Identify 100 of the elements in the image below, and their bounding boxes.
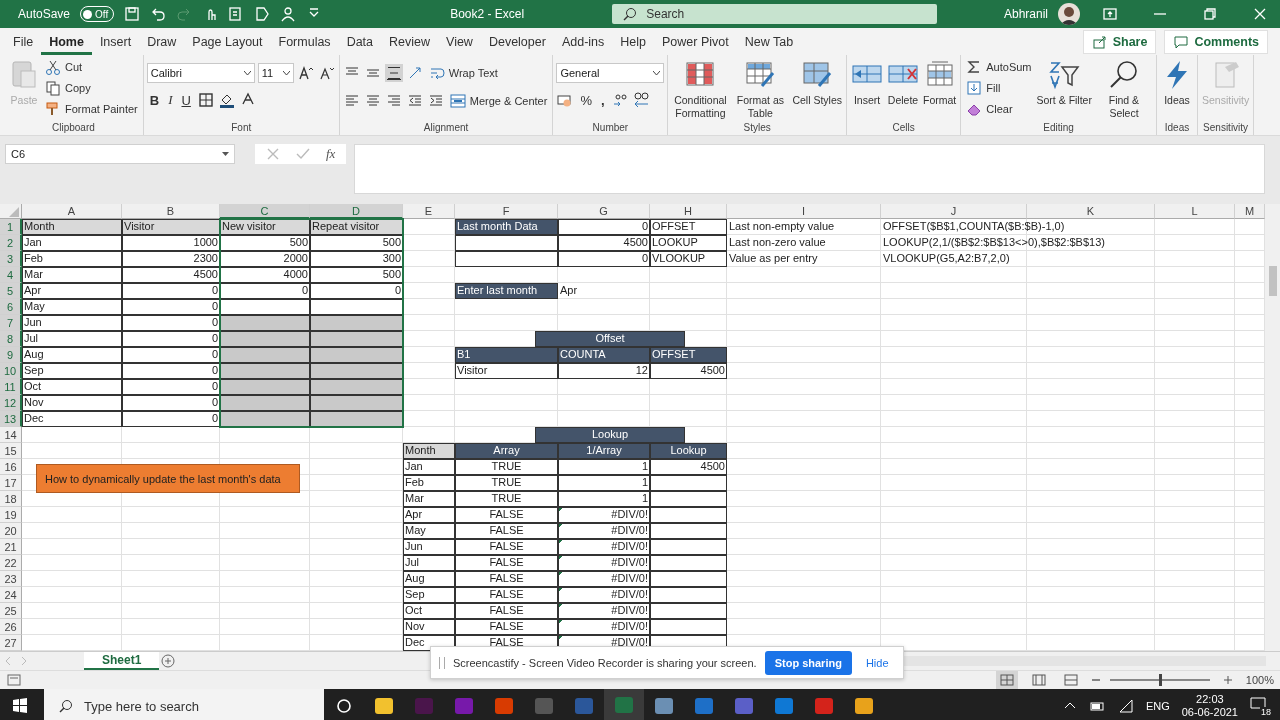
ribbon-button[interactable]: Format Painter (43, 99, 140, 119)
ribbon-tab[interactable]: Add-ins (553, 28, 613, 55)
language-indicator[interactable]: ENG (1145, 700, 1170, 712)
row-header[interactable]: 4 (0, 267, 22, 283)
column-header[interactable]: E (403, 204, 455, 219)
underline-button[interactable]: U (178, 92, 194, 108)
row-header[interactable]: 11 (0, 379, 22, 395)
ribbon-button[interactable]: Sort & Filter (1035, 57, 1093, 109)
row-header[interactable]: 15 (0, 443, 22, 459)
insert-function-button[interactable]: fx (325, 145, 337, 163)
share-button[interactable]: Share (1082, 29, 1157, 54)
row-header[interactable]: 20 (0, 523, 22, 539)
italic-button[interactable]: I (165, 92, 176, 108)
row-header[interactable]: 27 (0, 635, 22, 651)
ribbon-tab[interactable]: View (438, 28, 481, 55)
ribbon-button[interactable]: Format (922, 57, 958, 109)
percent-style-button[interactable]: % (577, 92, 595, 108)
view-button[interactable] (995, 671, 1018, 689)
ribbon-button[interactable]: Delete (886, 57, 920, 109)
column-header[interactable]: I (727, 204, 881, 219)
stop-sharing-button[interactable]: Stop sharing (764, 650, 852, 675)
ribbon-button[interactable]: Cut (43, 57, 140, 77)
column-header[interactable]: H (650, 204, 727, 219)
ribbon-tab[interactable]: Formulas (270, 28, 339, 55)
sheet-tab[interactable]: Sheet1 (84, 652, 160, 670)
toolbar-button[interactable] (631, 91, 650, 109)
row-header[interactable]: 10 (0, 363, 22, 379)
column-header[interactable]: A (22, 204, 122, 219)
row-header[interactable]: 1 (0, 219, 22, 235)
row-header[interactable]: 16 (0, 459, 22, 475)
search-field[interactable]: Search (612, 4, 938, 24)
row-header[interactable]: 19 (0, 507, 22, 523)
taskbar-search-field[interactable]: Type here to search (44, 689, 324, 720)
row-header[interactable]: 21 (0, 539, 22, 555)
ribbon-button[interactable]: Ideas (1159, 57, 1194, 109)
row-header[interactable]: 26 (0, 619, 22, 635)
toolbar-button[interactable] (296, 64, 315, 82)
ribbon-tab[interactable]: File (5, 28, 42, 55)
ribbon-button[interactable]: Fill (964, 78, 1034, 98)
ribbon-tab[interactable]: Insert (91, 28, 140, 55)
row-header[interactable]: 9 (0, 347, 22, 363)
row-header[interactable]: 13 (0, 411, 22, 427)
ribbon-button[interactable]: Find & Select (1094, 57, 1153, 122)
name-box[interactable]: C6 (5, 144, 235, 164)
ribbon-tab[interactable]: Data (338, 28, 382, 55)
column-header[interactable]: F (455, 204, 558, 219)
column-header[interactable]: M (1235, 204, 1265, 219)
column-header[interactable]: G (558, 204, 650, 219)
bold-button[interactable]: B (146, 92, 163, 108)
comments-button[interactable]: Comments (1164, 29, 1268, 54)
ribbon-tab[interactable]: Review (381, 28, 439, 55)
ribbon-button[interactable]: Merge & Center (447, 91, 550, 111)
new-sheet-button[interactable] (159, 652, 178, 670)
toolbar-button[interactable] (384, 64, 403, 82)
zoom-thumb[interactable] (1158, 674, 1162, 686)
ribbon-tab[interactable]: Developer (480, 28, 554, 55)
column-header[interactable]: B (122, 204, 220, 219)
row-header[interactable]: 14 (0, 427, 22, 443)
ribbon-button[interactable]: Cell Styles (791, 57, 843, 109)
avatar[interactable] (1058, 3, 1080, 25)
dropdown-field[interactable]: General (556, 63, 665, 83)
ribbon-button[interactable]: Insert (850, 57, 884, 109)
ribbon-button[interactable]: Clear (964, 99, 1034, 119)
ribbon-tab[interactable]: New Tab (736, 28, 802, 55)
ribbon-tab[interactable]: Power Pivot (654, 28, 737, 55)
row-header[interactable]: 22 (0, 555, 22, 571)
row-header[interactable]: 3 (0, 251, 22, 267)
row-header[interactable]: 12 (0, 395, 22, 411)
ribbon-tab[interactable]: Page Layout (184, 28, 271, 55)
formula-field[interactable] (354, 144, 1265, 194)
comma-style-button[interactable]: , (597, 92, 608, 108)
zoom-level[interactable]: 100% (1245, 674, 1274, 686)
ribbon-tab[interactable]: Help (612, 28, 654, 55)
row-header[interactable]: 25 (0, 603, 22, 619)
row-header[interactable]: 17 (0, 475, 22, 491)
row-header[interactable]: 7 (0, 315, 22, 331)
vertical-scrollbar[interactable] (1265, 204, 1280, 651)
column-header[interactable]: K (1027, 204, 1155, 219)
dropdown-field[interactable]: 11 (257, 63, 294, 83)
notification-center-button[interactable]: 18 (1250, 695, 1272, 717)
row-header[interactable]: 5 (0, 283, 22, 299)
ribbon-button[interactable]: AutoSum (964, 57, 1034, 77)
row-header[interactable]: 2 (0, 235, 22, 251)
ribbon-button[interactable]: Wrap Text (426, 63, 500, 83)
column-header[interactable]: L (1155, 204, 1235, 219)
dropdown-field[interactable]: Calibri (146, 63, 255, 83)
ribbon-button[interactable]: Format as Table (731, 57, 790, 122)
row-header[interactable]: 23 (0, 571, 22, 587)
text-shape[interactable]: How to dynamically update the last month's data (36, 464, 300, 493)
clock[interactable]: 22:03 06-06-2021 (1181, 693, 1238, 719)
row-header[interactable]: 24 (0, 587, 22, 603)
row-header[interactable]: 6 (0, 299, 22, 315)
hide-link[interactable]: Hide (859, 655, 895, 670)
toolbar-button[interactable] (196, 91, 215, 109)
ribbon-button[interactable]: Copy (43, 78, 140, 98)
row-header[interactable]: 8 (0, 331, 22, 347)
ribbon-button[interactable]: Conditional Formatting (671, 57, 730, 122)
ribbon-tab[interactable]: Draw (139, 28, 185, 55)
row-header[interactable]: 18 (0, 491, 22, 507)
column-header[interactable]: J (881, 204, 1027, 219)
